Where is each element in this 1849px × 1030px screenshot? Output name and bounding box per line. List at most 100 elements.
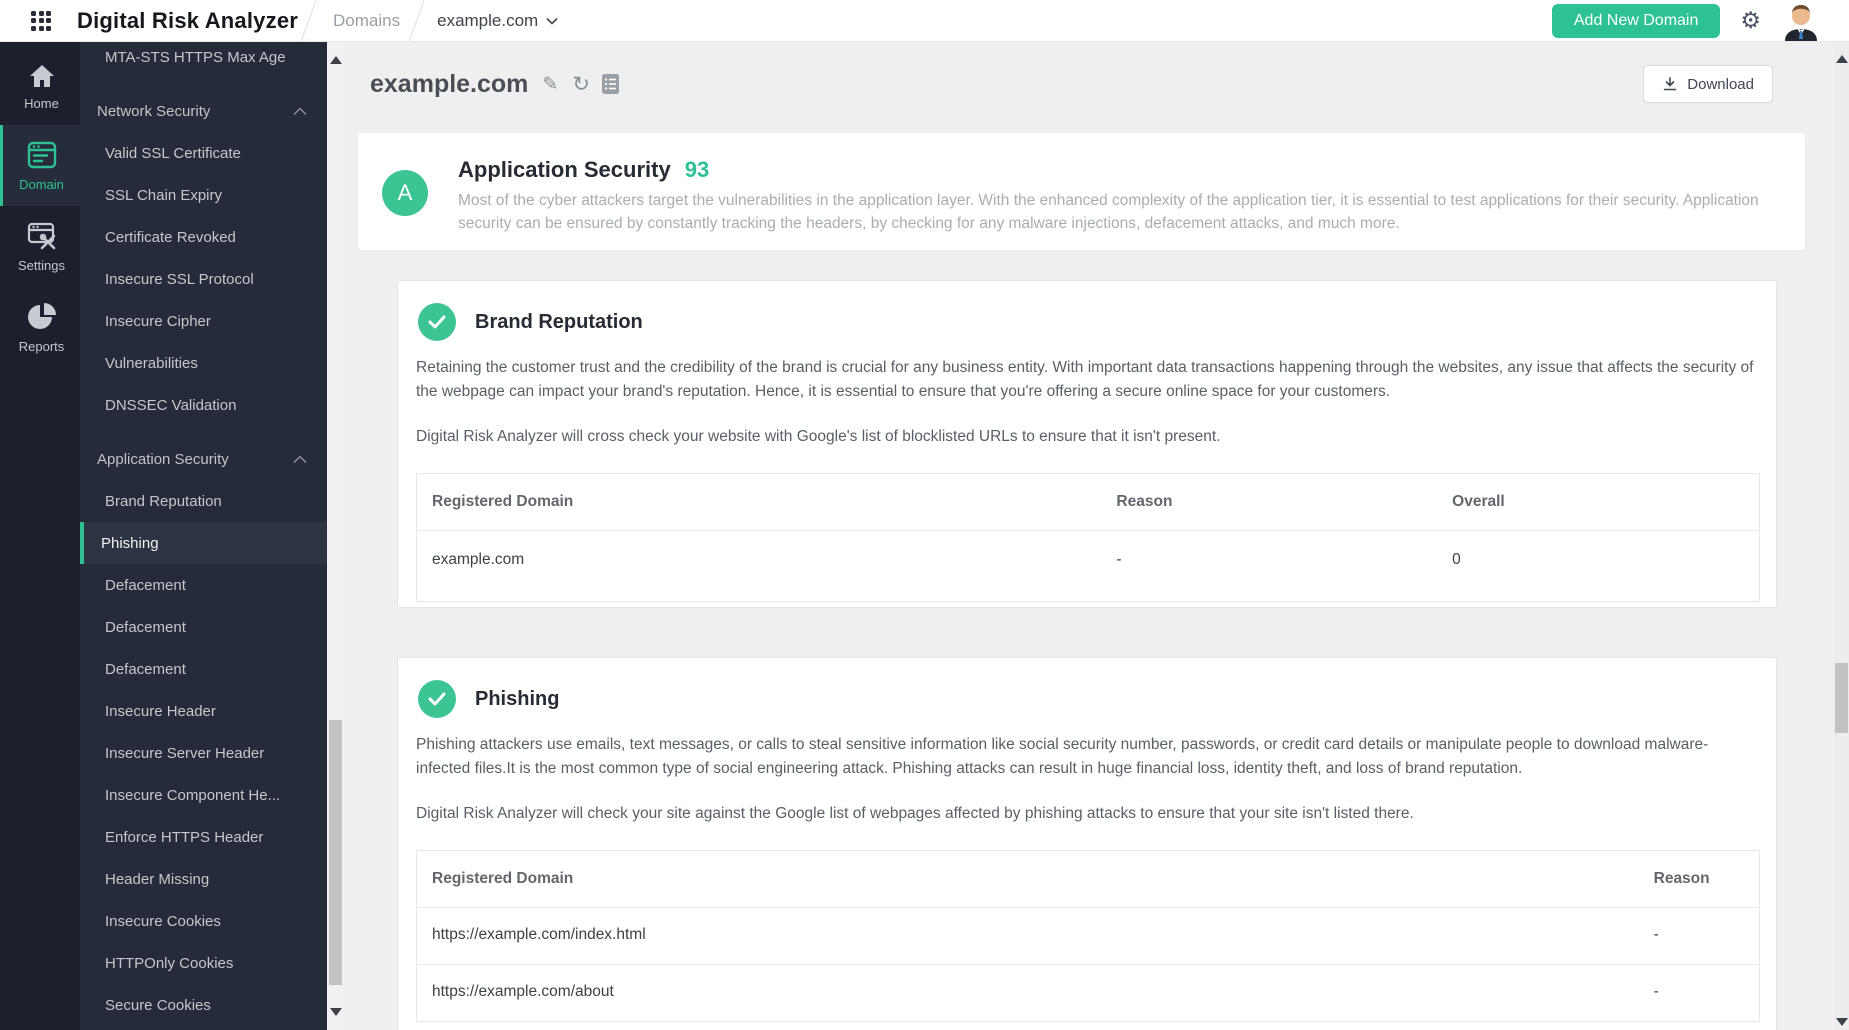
main-scrollbar-thumb[interactable] — [1835, 663, 1848, 733]
table-header: Overall — [1437, 474, 1759, 531]
table-cell: 0 — [1437, 531, 1759, 602]
add-new-domain-button[interactable]: Add New Domain — [1552, 4, 1721, 38]
report-summary-icon[interactable] — [602, 74, 619, 94]
edit-icon[interactable]: ✎ — [542, 75, 558, 94]
nav-item-reports[interactable]: Reports — [0, 287, 80, 368]
sidebar-item-enforce-https-header[interactable]: Enforce HTTPS Header — [80, 816, 327, 858]
section-title: Brand Reputation — [475, 311, 643, 334]
section-title: Phishing — [475, 688, 559, 711]
main-scroll-down-arrow[interactable] — [1836, 1018, 1848, 1026]
sidebar-item-insecure-cookies[interactable]: Insecure Cookies — [80, 900, 327, 942]
chevron-down-icon — [546, 17, 558, 25]
chevron-up-icon[interactable] — [293, 107, 307, 116]
nav-item-settings[interactable]: Settings — [0, 206, 80, 287]
home-icon — [29, 64, 55, 88]
sidebar-item-mta-sts-https-max-age[interactable]: MTA-STS HTTPS Max Age — [80, 42, 327, 78]
sidebar-item-defacement[interactable]: Defacement — [80, 564, 327, 606]
download-button[interactable]: Download — [1643, 65, 1773, 103]
sidebar-item-label: Phishing — [101, 535, 159, 552]
application-security-summary-card: A Application Security 93 Most of the cy… — [358, 133, 1805, 250]
summary-title: Application Security — [458, 157, 671, 183]
table-cell: - — [1639, 908, 1760, 965]
nav-label: Reports — [19, 339, 65, 354]
sidebar-item-secure-cookies[interactable]: Secure Cookies — [80, 984, 327, 1026]
sidebar-item-vulnerabilities[interactable]: Vulnerabilities — [80, 342, 327, 384]
breadcrumb-divider — [301, 0, 317, 41]
app-grid-icon[interactable] — [31, 11, 51, 31]
sidebar-item-valid-ssl-certificate[interactable]: Valid SSL Certificate — [80, 132, 327, 174]
sidebar-item-ssl-chain-expiry[interactable]: SSL Chain Expiry — [80, 174, 327, 216]
check-circle-icon — [418, 303, 456, 341]
nav-item-home[interactable]: Home — [0, 42, 80, 125]
table-cell: https://example.com/index.html — [417, 908, 1639, 965]
table-row: https://example.com/about- — [417, 965, 1760, 1022]
sidebar-item-label: HTTPOnly Cookies — [105, 955, 233, 972]
sidebar-item-network-security[interactable]: Network Security — [80, 90, 327, 132]
sidebar-item-label: Defacement — [105, 619, 186, 636]
table-row: example.com-0 — [417, 531, 1760, 602]
sidebar-item-label: Valid SSL Certificate — [105, 145, 241, 162]
sidebar-scrollbar-thumb[interactable] — [329, 720, 342, 985]
sidebar-item-label: Defacement — [105, 661, 186, 678]
section-paragraph: Digital Risk Analyzer will check your si… — [416, 802, 1758, 826]
app-title: Digital Risk Analyzer — [77, 8, 298, 34]
sidebar-item-label: Header Missing — [105, 871, 209, 888]
sidebar-item-label: Enforce HTTPS Header — [105, 829, 263, 846]
brand-reputation-card: Brand Reputation Retaining the customer … — [397, 280, 1777, 608]
sidebar-item-label: Insecure Cipher — [105, 313, 211, 330]
sidebar-item-insecure-component-he[interactable]: Insecure Component He... — [80, 774, 327, 816]
primary-nav: Home Domain Settings — [0, 42, 80, 1030]
gear-icon[interactable]: ⚙ — [1740, 9, 1761, 32]
main-scrollbar — [1834, 42, 1849, 1030]
sidebar-item-defacement[interactable]: Defacement — [80, 648, 327, 690]
brand-reputation-table: Registered DomainReasonOverallexample.co… — [416, 473, 1760, 602]
section-paragraph: Digital Risk Analyzer will cross check y… — [416, 425, 1758, 449]
breadcrumb-current-label: example.com — [437, 11, 538, 31]
checks-sidebar: MTA-STS HTTPS Max Age Network Security V… — [80, 42, 327, 1030]
sidebar-item-label: DNSSEC Validation — [105, 397, 236, 414]
sidebar-item-defacement[interactable]: Defacement — [80, 606, 327, 648]
summary-score: 93 — [685, 157, 709, 183]
sidebar-scrollbar — [327, 42, 345, 1030]
sidebar-item-insecure-server-header[interactable]: Insecure Server Header — [80, 732, 327, 774]
breadcrumb-domains[interactable]: Domains — [323, 11, 410, 31]
sidebar-item-header-missing[interactable]: Header Missing — [80, 858, 327, 900]
sidebar-scroll-down-arrow[interactable] — [330, 1008, 342, 1016]
sidebar-item-insecure-cipher[interactable]: Insecure Cipher — [80, 300, 327, 342]
phishing-card: Phishing Phishing attackers use emails, … — [397, 657, 1777, 1030]
sidebar-item-label: SSL Chain Expiry — [105, 187, 222, 204]
settings-icon — [27, 222, 57, 250]
sidebar-item-insecure-ssl-protocol[interactable]: Insecure SSL Protocol — [80, 258, 327, 300]
table-header: Registered Domain — [417, 851, 1639, 908]
main-scroll-up-arrow[interactable] — [1836, 55, 1848, 63]
sidebar-item-insecure-header[interactable]: Insecure Header — [80, 690, 327, 732]
table-cell: - — [1639, 965, 1760, 1022]
sidebar-item-label: Network Security — [97, 103, 210, 120]
sidebar-item-label: Vulnerabilities — [105, 355, 198, 372]
app-window: Digital Risk Analyzer Domains example.co… — [0, 0, 1849, 1030]
sidebar-item-dnssec-validation[interactable]: DNSSEC Validation — [80, 384, 327, 426]
breadcrumb-divider — [409, 0, 425, 41]
sidebar-item-application-security[interactable]: Application Security — [80, 438, 327, 480]
sidebar-item-brand-reputation[interactable]: Brand Reputation — [80, 480, 327, 522]
sidebar-item-certificate-revoked[interactable]: Certificate Revoked — [80, 216, 327, 258]
sidebar-item-label: Secure Cookies — [105, 997, 211, 1014]
nav-label: Home — [24, 96, 59, 111]
sidebar-item-phishing[interactable]: Phishing — [80, 522, 327, 564]
sidebar-item-label: Defacement — [105, 577, 186, 594]
main-content: example.com ✎ ↻ Download — [345, 42, 1834, 1030]
sidebar-item-label: Brand Reputation — [105, 493, 222, 510]
avatar[interactable] — [1781, 1, 1821, 41]
section-paragraph: Retaining the customer trust and the cre… — [416, 356, 1758, 404]
sidebar-scroll-up-arrow[interactable] — [330, 56, 342, 64]
chevron-up-icon[interactable] — [293, 455, 307, 464]
page-title-row: example.com ✎ ↻ Download — [370, 65, 1804, 103]
sidebar-item-label: Insecure Component He... — [105, 787, 280, 804]
sidebar-item-httponly-cookies[interactable]: HTTPOnly Cookies — [80, 942, 327, 984]
breadcrumb-current-domain[interactable]: example.com — [437, 11, 558, 31]
download-icon — [1662, 76, 1678, 92]
nav-label: Settings — [18, 258, 65, 273]
domain-icon — [27, 141, 57, 169]
nav-item-domain[interactable]: Domain — [0, 125, 80, 206]
refresh-icon[interactable]: ↻ — [572, 74, 590, 95]
